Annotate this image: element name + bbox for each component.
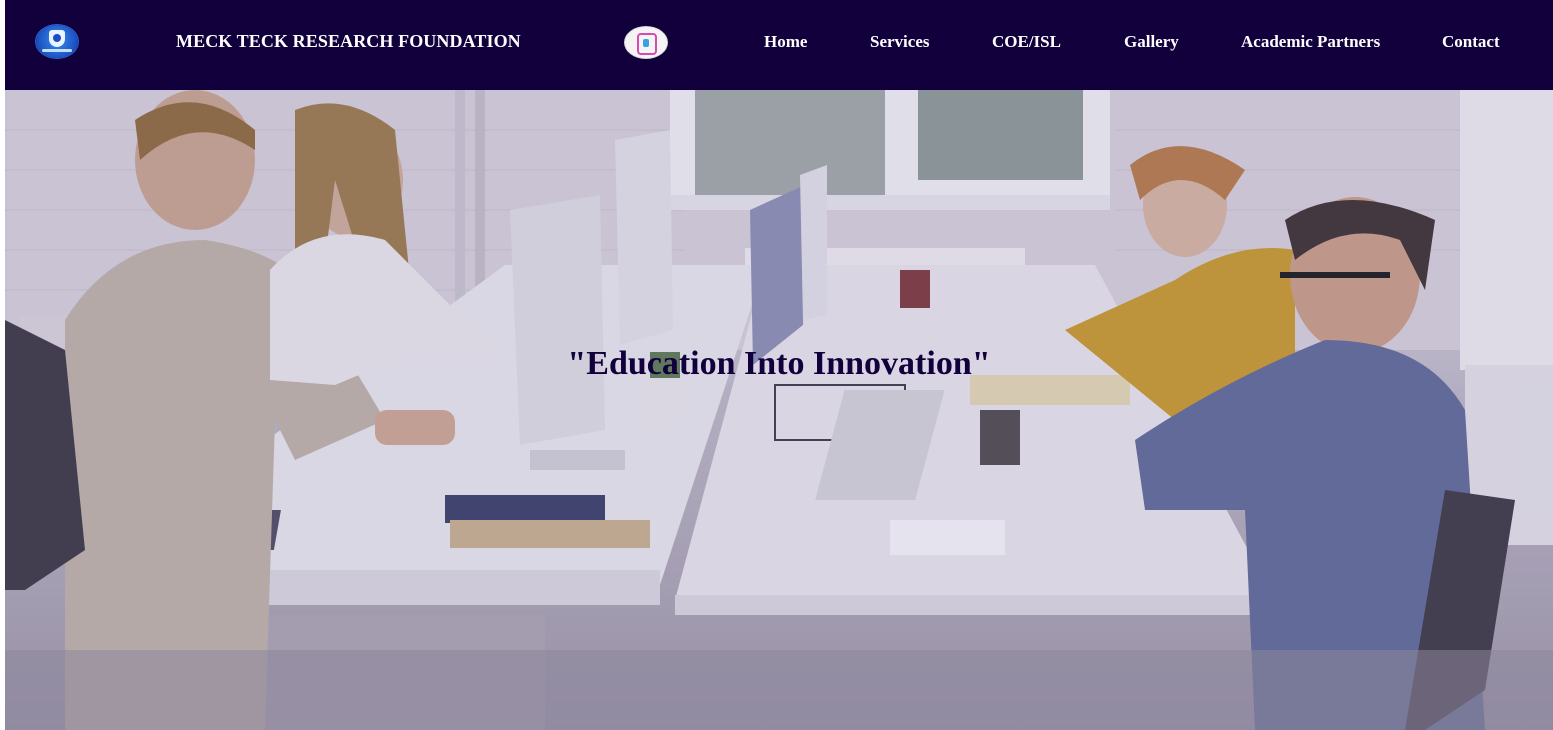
brand-name: MECK TECK RESEARCH FOUNDATION	[176, 31, 521, 51]
shield-logo-icon[interactable]	[36, 25, 78, 58]
hero-overlay	[5, 90, 1553, 730]
nav-contact[interactable]: Contact	[1442, 32, 1500, 52]
hero-section: "Education Into Innovation"	[5, 90, 1553, 730]
nav-coe-isl[interactable]: COE/ISL	[992, 32, 1061, 52]
foundation-emblem-icon[interactable]	[624, 26, 668, 59]
nav-home[interactable]: Home	[764, 32, 807, 52]
nav-gallery[interactable]: Gallery	[1124, 32, 1179, 52]
hero-quote: "Education Into Innovation"	[567, 345, 991, 382]
nav-academic-partners[interactable]: Academic Partners	[1241, 32, 1380, 52]
page: MECK TECK RESEARCH FOUNDATION Home Servi…	[5, 0, 1553, 730]
top-navbar: MECK TECK RESEARCH FOUNDATION Home Servi…	[5, 0, 1553, 90]
nav-services[interactable]: Services	[870, 32, 929, 52]
